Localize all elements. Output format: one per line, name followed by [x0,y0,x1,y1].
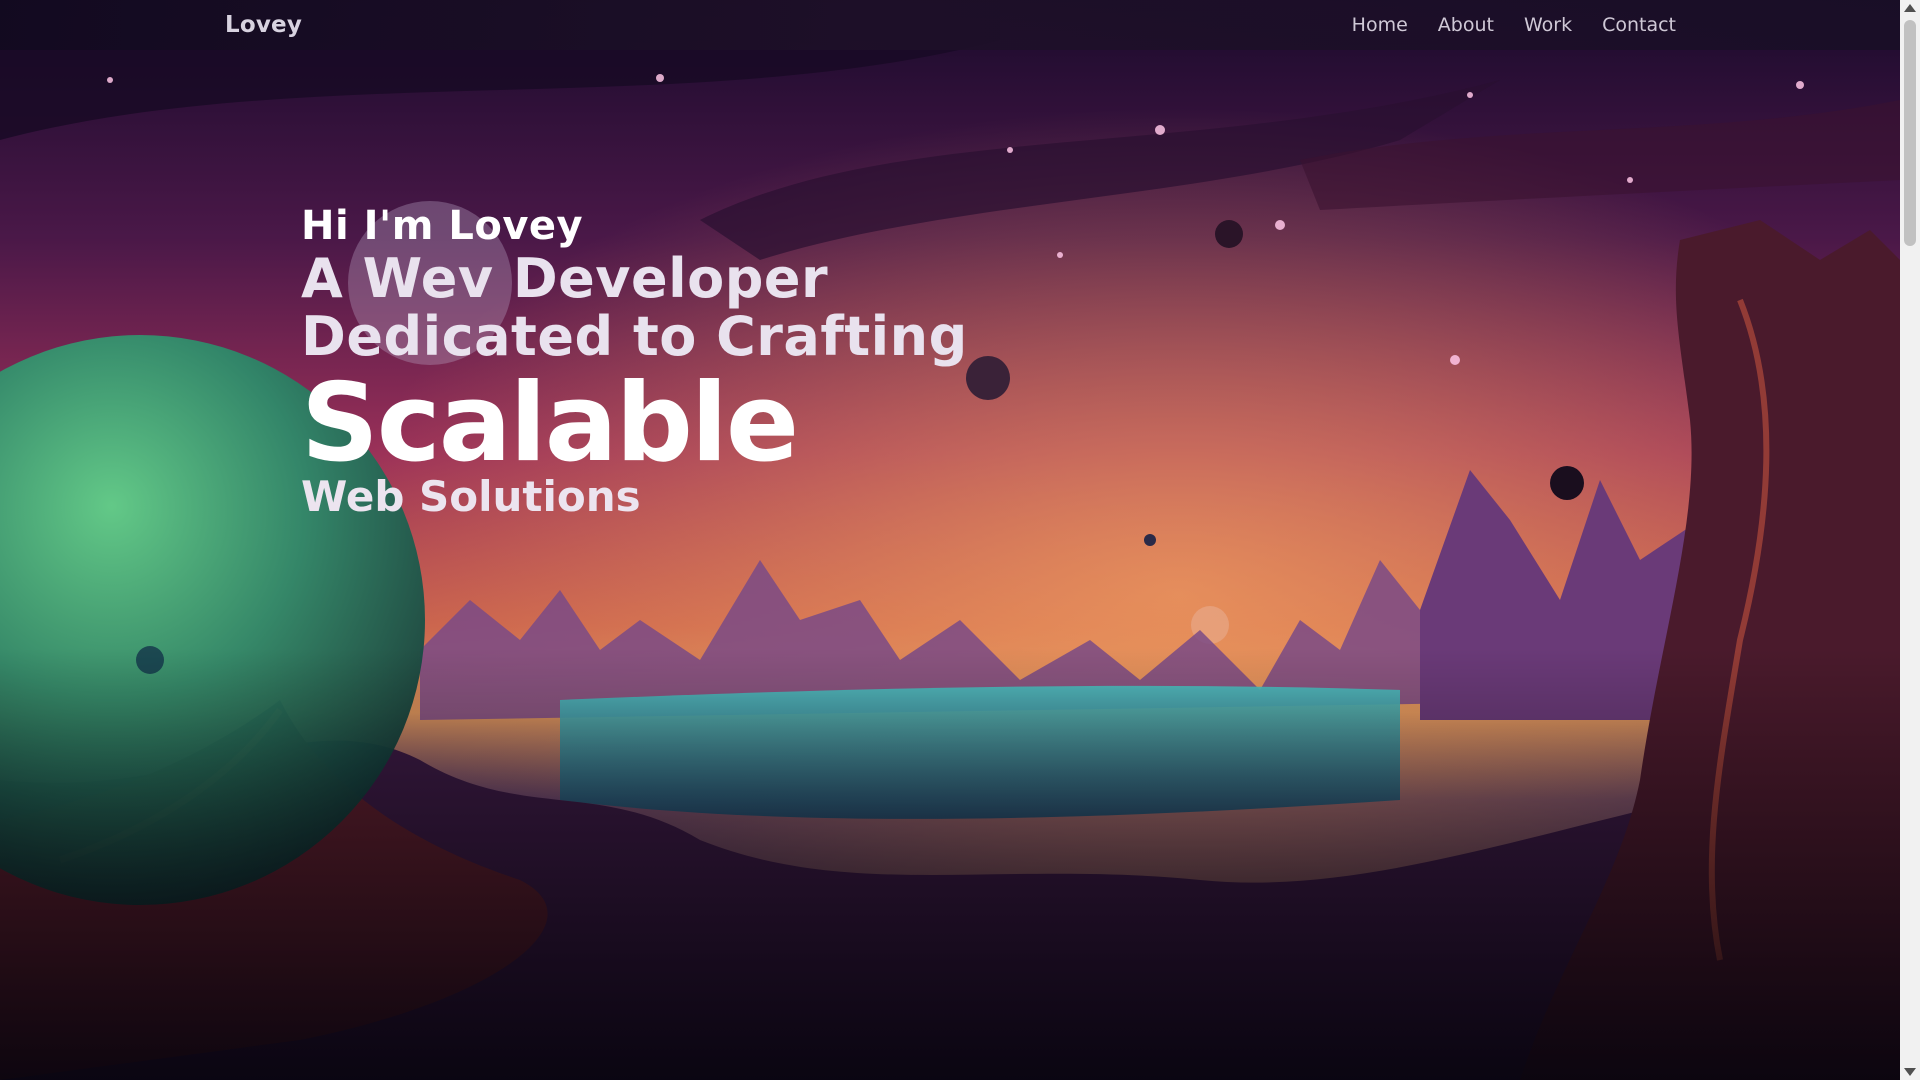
hero-highlight-word: Scalable [301,361,799,486]
hero-background [0,0,1900,1080]
scroll-down-arrow-icon[interactable] [1904,1068,1916,1076]
brand-logo[interactable]: Lovey [225,12,302,38]
hero-dedication-line: Dedicated to Crafting [301,305,968,368]
top-navbar: Lovey Home About Work Contact [0,0,1900,50]
alien-landscape-illustration [0,0,1900,1080]
page-scrollbar[interactable] [1900,0,1920,1080]
hero-greeting: Hi I'm Lovey [301,203,584,249]
scroll-thumb[interactable] [1904,20,1916,246]
hero-text: Hi I'm Lovey A Wev Developer Dedicated t… [301,202,968,520]
nav-link-about[interactable]: About [1438,14,1494,36]
nav-link-work[interactable]: Work [1524,14,1572,36]
hero-role-line: A Wev Developer [301,247,829,310]
nav-link-contact[interactable]: Contact [1602,14,1676,36]
scroll-up-arrow-icon[interactable] [1904,4,1916,12]
nav-link-home[interactable]: Home [1352,14,1408,36]
nav-links: Home About Work Contact [1352,14,1676,36]
hero-subline: Web Solutions [301,472,641,521]
